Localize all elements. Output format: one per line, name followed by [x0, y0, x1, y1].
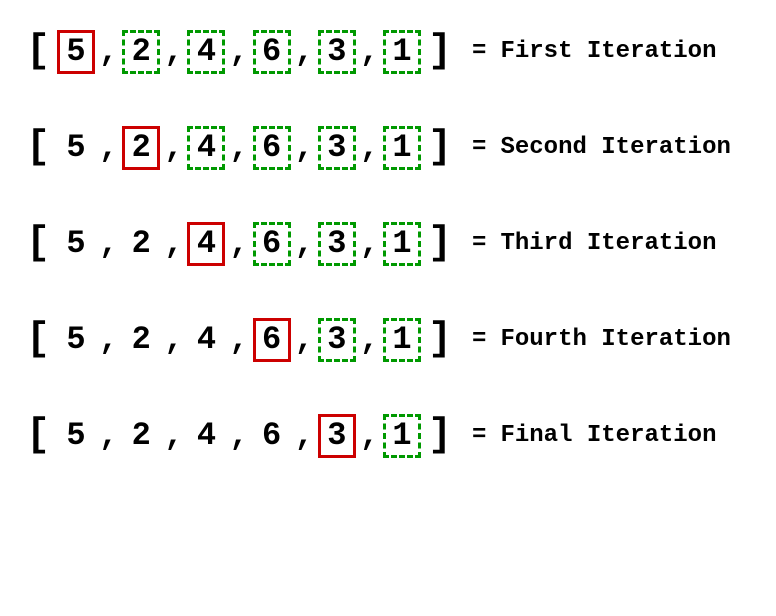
array-cell: 4	[187, 30, 225, 74]
comma: ,	[96, 36, 121, 68]
comma: ,	[292, 36, 317, 68]
comma: ,	[292, 420, 317, 452]
array-cell: 6	[253, 318, 291, 362]
comma: ,	[161, 36, 186, 68]
array-cells: 5,2,4,6,3,1	[56, 30, 422, 74]
array-cells: 5,2,4,6,3,1	[56, 222, 422, 266]
array-cell: 1	[383, 414, 421, 458]
comma: ,	[161, 228, 186, 260]
array-cell: 1	[383, 318, 421, 362]
iteration-label: Final Iteration	[500, 424, 716, 448]
close-bracket: ]	[422, 32, 458, 72]
equals-sign: =	[472, 136, 486, 160]
comma: ,	[226, 324, 251, 356]
equals-sign: =	[472, 232, 486, 256]
iteration-row: [5,2,4,6,3,1]=Fourth Iteration	[20, 318, 756, 362]
array-cell: 2	[122, 30, 160, 74]
array-cell: 4	[187, 222, 225, 266]
iteration-row: [5,2,4,6,3,1]=Third Iteration	[20, 222, 756, 266]
array-cell: 1	[383, 30, 421, 74]
array-cell: 6	[253, 30, 291, 74]
comma: ,	[357, 132, 382, 164]
iteration-row: [5,2,4,6,3,1]=First Iteration	[20, 30, 756, 74]
comma: ,	[96, 228, 121, 260]
comma: ,	[226, 420, 251, 452]
comma: ,	[226, 36, 251, 68]
comma: ,	[161, 324, 186, 356]
open-bracket: [	[20, 32, 56, 72]
comma: ,	[226, 132, 251, 164]
array-cell: 4	[187, 414, 225, 458]
array-cell: 3	[318, 414, 356, 458]
comma: ,	[292, 324, 317, 356]
iteration-label: Second Iteration	[500, 136, 730, 160]
comma: ,	[357, 324, 382, 356]
iteration-diagram: [5,2,4,6,3,1]=First Iteration[5,2,4,6,3,…	[20, 30, 756, 458]
comma: ,	[96, 420, 121, 452]
array-cell: 2	[122, 126, 160, 170]
array-cell: 4	[187, 318, 225, 362]
array-cell: 4	[187, 126, 225, 170]
comma: ,	[226, 228, 251, 260]
array-cell: 5	[57, 126, 95, 170]
array-cell: 2	[122, 222, 160, 266]
comma: ,	[357, 228, 382, 260]
comma: ,	[161, 420, 186, 452]
array-cells: 5,2,4,6,3,1	[56, 318, 422, 362]
comma: ,	[357, 36, 382, 68]
equals-sign: =	[472, 424, 486, 448]
array-cell: 3	[318, 318, 356, 362]
equals-sign: =	[472, 328, 486, 352]
close-bracket: ]	[422, 224, 458, 264]
array-cell: 5	[57, 318, 95, 362]
array-cells: 5,2,4,6,3,1	[56, 414, 422, 458]
open-bracket: [	[20, 128, 56, 168]
array-cell: 6	[253, 126, 291, 170]
open-bracket: [	[20, 416, 56, 456]
close-bracket: ]	[422, 416, 458, 456]
comma: ,	[96, 324, 121, 356]
close-bracket: ]	[422, 320, 458, 360]
array-cells: 5,2,4,6,3,1	[56, 126, 422, 170]
comma: ,	[96, 132, 121, 164]
open-bracket: [	[20, 320, 56, 360]
array-cell: 6	[253, 414, 291, 458]
equals-sign: =	[472, 40, 486, 64]
array-cell: 6	[253, 222, 291, 266]
open-bracket: [	[20, 224, 56, 264]
array-cell: 5	[57, 414, 95, 458]
comma: ,	[161, 132, 186, 164]
array-cell: 3	[318, 30, 356, 74]
array-cell: 3	[318, 222, 356, 266]
iteration-label: Third Iteration	[500, 232, 716, 256]
array-cell: 5	[57, 222, 95, 266]
array-cell: 1	[383, 126, 421, 170]
array-cell: 1	[383, 222, 421, 266]
close-bracket: ]	[422, 128, 458, 168]
iteration-label: First Iteration	[500, 40, 716, 64]
comma: ,	[357, 420, 382, 452]
array-cell: 5	[57, 30, 95, 74]
array-cell: 2	[122, 318, 160, 362]
array-cell: 3	[318, 126, 356, 170]
comma: ,	[292, 228, 317, 260]
array-cell: 2	[122, 414, 160, 458]
iteration-row: [5,2,4,6,3,1]=Second Iteration	[20, 126, 756, 170]
iteration-label: Fourth Iteration	[500, 328, 730, 352]
comma: ,	[292, 132, 317, 164]
iteration-row: [5,2,4,6,3,1]=Final Iteration	[20, 414, 756, 458]
